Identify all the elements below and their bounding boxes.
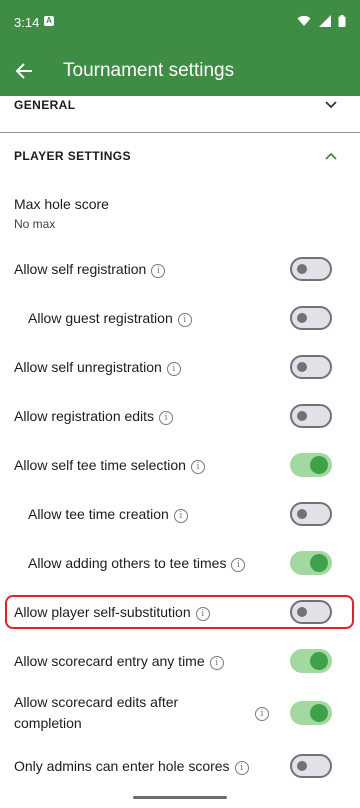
setting-label: Allow self tee time selection (14, 457, 186, 473)
info-icon[interactable]: i (151, 264, 166, 278)
toggle-only-admins-enter-hole-scores[interactable] (290, 754, 332, 778)
setting-row-scorecard-edits-after-completion: Allow scorecard edits after completion i (0, 692, 360, 734)
section-player-settings-header[interactable]: PLAYER SETTINGS (0, 140, 360, 176)
toggle-knob (297, 362, 307, 372)
toggle-player-self-substitution[interactable] (290, 600, 332, 624)
setting-row-self-unregistration: Allow self unregistration i (0, 355, 360, 379)
setting-row-tee-time-creation: Allow tee time creation i (0, 502, 360, 526)
home-indicator[interactable] (133, 796, 227, 799)
toggle-knob (297, 411, 307, 421)
chevron-down-icon (325, 101, 337, 109)
status-icons (294, 15, 346, 33)
setting-label: Allow self registration (14, 261, 147, 277)
setting-label: Allow scorecard entry any time (14, 653, 205, 669)
section-divider (0, 132, 360, 133)
app-bar: Tournament settings (0, 46, 360, 96)
toggle-scorecard-entry-any-time[interactable] (290, 649, 332, 673)
toggle-guest-registration[interactable] (290, 306, 332, 330)
status-time: 3:14 (14, 15, 40, 30)
setting-row-guest-registration: Allow guest registration i (0, 306, 360, 330)
max-hole-score-setting[interactable]: Max hole score No max (0, 190, 360, 236)
max-hole-score-value: No max (14, 217, 56, 231)
toggle-registration-edits[interactable] (290, 404, 332, 428)
toggle-self-tee-time-selection[interactable] (290, 453, 332, 477)
toggle-knob (297, 761, 307, 771)
info-icon[interactable]: i (195, 607, 210, 621)
notification-icon: A (44, 16, 54, 26)
setting-label: Allow player self-substitution (14, 604, 191, 620)
setting-row-self-registration: Allow self registration i (0, 257, 360, 281)
wifi-icon (297, 15, 311, 26)
setting-row-adding-others-to-tee-times: Allow adding others to tee times i (0, 551, 360, 575)
battery-icon (338, 15, 346, 27)
section-player-settings-label: PLAYER SETTINGS (14, 149, 131, 163)
setting-label: Allow self unregistration (14, 359, 162, 375)
setting-label: Allow tee time creation (28, 506, 169, 522)
setting-label: Allow scorecard edits after (14, 694, 179, 710)
info-icon[interactable]: i (190, 460, 205, 474)
toggle-scorecard-edits-after-completion[interactable] (290, 701, 332, 725)
toggle-tee-time-creation[interactable] (290, 502, 332, 526)
arrow-left-icon (15, 63, 32, 79)
toggle-knob (310, 554, 328, 572)
setting-label: Allow registration edits (14, 408, 155, 424)
info-icon[interactable]: i (166, 362, 181, 376)
section-general-header[interactable]: GENERAL (0, 96, 360, 132)
info-icon[interactable]: i (173, 509, 188, 523)
setting-label: Allow guest registration (28, 310, 173, 326)
toggle-adding-others-to-tee-times[interactable] (290, 551, 332, 575)
info-icon[interactable]: i (234, 761, 249, 775)
toggle-knob (297, 313, 307, 323)
info-icon[interactable]: i (159, 411, 174, 425)
info-icon[interactable]: i (231, 558, 246, 572)
setting-row-player-self-substitution: Allow player self-substitution i (0, 600, 360, 624)
setting-label-line2: completion (14, 715, 82, 731)
toggle-knob (297, 509, 307, 519)
toggle-knob (297, 264, 307, 274)
toggle-self-registration[interactable] (290, 257, 332, 281)
info-icon[interactable]: i (177, 313, 192, 327)
toggle-knob (310, 652, 328, 670)
setting-row-self-tee-time-selection: Allow self tee time selection i (0, 453, 360, 477)
setting-label: Only admins can enter hole scores (14, 758, 230, 774)
toggle-knob (310, 704, 328, 722)
setting-row-only-admins-enter-hole-scores: Only admins can enter hole scores i (0, 754, 360, 778)
section-general-label: GENERAL (14, 98, 76, 112)
max-hole-score-label: Max hole score (14, 196, 109, 212)
setting-row-registration-edits: Allow registration edits i (0, 404, 360, 428)
back-button[interactable] (10, 58, 40, 84)
page-title: Tournament settings (63, 60, 235, 81)
toggle-self-unregistration[interactable] (290, 355, 332, 379)
info-icon[interactable]: i (255, 707, 269, 721)
chevron-up-icon (325, 152, 337, 160)
setting-label: Allow adding others to tee times (28, 555, 227, 571)
signal-icon (318, 15, 331, 27)
toggle-knob (297, 607, 307, 617)
setting-row-scorecard-entry-any-time: Allow scorecard entry any time i (0, 649, 360, 673)
info-icon[interactable]: i (209, 656, 224, 670)
status-bar: 3:14 A (0, 0, 360, 46)
toggle-knob (310, 456, 328, 474)
